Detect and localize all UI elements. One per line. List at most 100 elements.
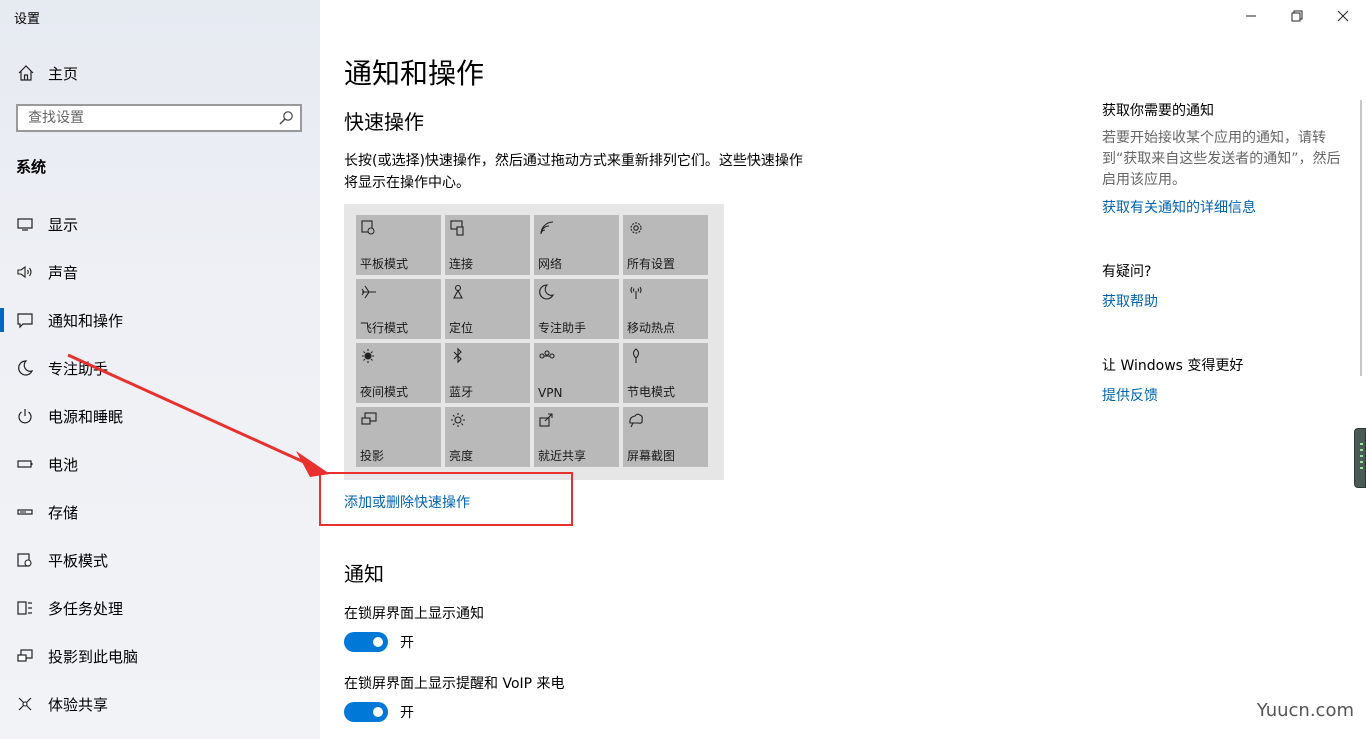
- sidebar-item-project-to-pc[interactable]: 投影到此电脑: [0, 632, 320, 680]
- notifications-title: 通知: [344, 562, 384, 586]
- quick-action-bluetooth[interactable]: 蓝牙: [445, 343, 530, 403]
- location-icon: [453, 284, 463, 299]
- sidebar-item-focus-assist[interactable]: 专注助手: [0, 344, 320, 392]
- home-icon: [18, 65, 34, 81]
- bluetooth-icon: [453, 347, 462, 364]
- sidebar-item-label: 多任务处理: [48, 599, 124, 618]
- restore-button[interactable]: [1274, 0, 1320, 32]
- night-light-icon: [362, 349, 374, 363]
- quick-action-label: 平板模式: [360, 257, 409, 271]
- quick-action-connect[interactable]: 连接: [445, 215, 530, 275]
- quick-action-label: 连接: [449, 257, 474, 271]
- home-label: 主页: [48, 64, 79, 83]
- side-widget[interactable]: [1354, 428, 1366, 488]
- message-icon: [17, 313, 33, 329]
- minimize-button[interactable]: [1228, 0, 1274, 32]
- quick-action-airplane-mode[interactable]: 飞行模式: [356, 279, 441, 339]
- project-icon: [361, 412, 377, 425]
- quick-action-label: 所有设置: [627, 257, 676, 271]
- questions-title: 有疑问?: [1102, 264, 1152, 280]
- quick-action-label: 节电模式: [627, 385, 676, 399]
- quick-action-battery-saver[interactable]: 节电模式: [623, 343, 708, 403]
- sidebar-item-sound[interactable]: 声音: [0, 248, 320, 296]
- sidebar-item-notifications[interactable]: 通知和操作: [0, 296, 320, 344]
- multitask-icon: [17, 601, 32, 615]
- section-label-system: 系统: [16, 158, 47, 176]
- minimize-icon: [1246, 15, 1256, 17]
- quick-action-mobile-hotspot[interactable]: 移动热点: [623, 279, 708, 339]
- sidebar: 设置 主页 系统 显示 声音 通知和操作 专注助手: [0, 0, 320, 739]
- get-notifications-text: 若要开始接收某个应用的通知，请转到“获取来自这些发送者的通知”，然后启用该应用。: [1102, 130, 1341, 188]
- tablet-mode-icon: [361, 220, 375, 235]
- give-feedback-link[interactable]: 提供反馈: [1102, 385, 1352, 405]
- quick-action-night-light[interactable]: 夜间模式: [356, 343, 441, 403]
- connect-icon: [450, 220, 464, 236]
- sidebar-item-multitasking[interactable]: 多任务处理: [0, 584, 320, 632]
- notification-details-link[interactable]: 获取有关通知的详细信息: [1102, 197, 1352, 217]
- quick-action-vpn[interactable]: VPN: [534, 343, 619, 403]
- lock-screen-reminders-label: 在锁屏界面上显示提醒和 VoIP 来电: [344, 676, 565, 692]
- quick-action-nearby-sharing[interactable]: 就近共享: [534, 407, 619, 467]
- sidebar-item-label: 显示: [48, 215, 79, 234]
- power-icon: [18, 409, 32, 424]
- sidebar-item-power-sleep[interactable]: 电源和睡眠: [0, 392, 320, 440]
- vpn-icon: [539, 350, 555, 359]
- quick-action-label: 专注助手: [538, 321, 587, 335]
- quick-action-focus-assist[interactable]: 专注助手: [534, 279, 619, 339]
- sidebar-item-battery[interactable]: 电池: [0, 440, 320, 488]
- window-controls: [1228, 0, 1366, 32]
- tablet-icon: [17, 553, 32, 567]
- quick-actions-title: 快速操作: [344, 110, 424, 134]
- related-panel: 获取你需要的通知 若要开始接收某个应用的通知，请转到“获取来自这些发送者的通知”…: [1102, 100, 1352, 449]
- sidebar-item-label: 平板模式: [48, 551, 109, 570]
- sidebar-item-tablet-mode[interactable]: 平板模式: [0, 536, 320, 584]
- quick-action-label: 屏幕截图: [627, 449, 676, 463]
- quick-action-label: 亮度: [449, 449, 474, 463]
- quick-action-network[interactable]: 网络: [534, 215, 619, 275]
- lock-screen-reminders-toggle-row: 开: [344, 702, 414, 722]
- annotation-highlight-box: [319, 472, 573, 526]
- scrollbar[interactable]: [1360, 100, 1362, 376]
- toggle-state-label: 开: [400, 705, 414, 721]
- network-icon: [540, 221, 554, 235]
- lock-screen-reminders-toggle[interactable]: [344, 702, 388, 722]
- close-button[interactable]: [1320, 0, 1366, 32]
- screenshot-icon: [629, 413, 643, 428]
- quick-action-location[interactable]: 定位: [445, 279, 530, 339]
- search-box[interactable]: [16, 104, 302, 132]
- toggle-state-label: 开: [400, 635, 414, 651]
- nearby-share-icon: [539, 413, 553, 427]
- get-help-link[interactable]: 获取帮助: [1102, 291, 1352, 311]
- sidebar-item-shared-experiences[interactable]: 体验共享: [0, 680, 320, 728]
- sidebar-item-display[interactable]: 显示: [0, 200, 320, 248]
- quick-actions-description: 长按(或选择)快速操作，然后通过拖动方式来重新排列它们。这些快速操作将显示在操作…: [344, 153, 803, 191]
- sidebar-item-label: 体验共享: [48, 695, 109, 714]
- gear-icon: [630, 222, 642, 234]
- main-content: 通知和操作 快速操作 长按(或选择)快速操作，然后通过拖动方式来重新排列它们。这…: [320, 0, 1366, 739]
- brightness-icon: [451, 413, 465, 427]
- lock-screen-notifications-toggle[interactable]: [344, 632, 388, 652]
- sidebar-item-label: 通知和操作: [48, 311, 124, 330]
- quick-action-screenshot[interactable]: 屏幕截图: [623, 407, 708, 467]
- sidebar-item-label: 投影到此电脑: [48, 647, 139, 666]
- page-title: 通知和操作: [344, 57, 485, 90]
- restore-icon: [1291, 10, 1303, 22]
- quick-action-label: 蓝牙: [449, 385, 474, 399]
- search-icon[interactable]: [278, 110, 294, 126]
- window-title: 设置: [14, 12, 41, 27]
- sidebar-nav: 显示 声音 通知和操作 专注助手 电源和睡眠 电池 存储 平板模式 多任务处理 …: [0, 200, 320, 728]
- sidebar-item-label: 专注助手: [48, 359, 109, 378]
- quick-action-brightness[interactable]: 亮度: [445, 407, 530, 467]
- search-input[interactable]: [18, 106, 278, 130]
- quick-action-label: VPN: [538, 386, 563, 400]
- sidebar-item-storage[interactable]: 存储: [0, 488, 320, 536]
- quick-action-all-settings[interactable]: 所有设置: [623, 215, 708, 275]
- quick-action-project[interactable]: 投影: [356, 407, 441, 467]
- battery-saver-icon: [632, 348, 640, 363]
- quick-actions-grid: 平板模式 连接 网络 所有设置 飞行模式 定位 专注助手 移动热点 夜间模式 蓝…: [344, 204, 724, 480]
- get-notifications-title: 获取你需要的通知: [1102, 103, 1214, 119]
- share-icon: [18, 697, 32, 711]
- moon-icon: [18, 360, 34, 376]
- home-nav[interactable]: 主页: [16, 62, 78, 84]
- quick-action-tablet-mode[interactable]: 平板模式: [356, 215, 441, 275]
